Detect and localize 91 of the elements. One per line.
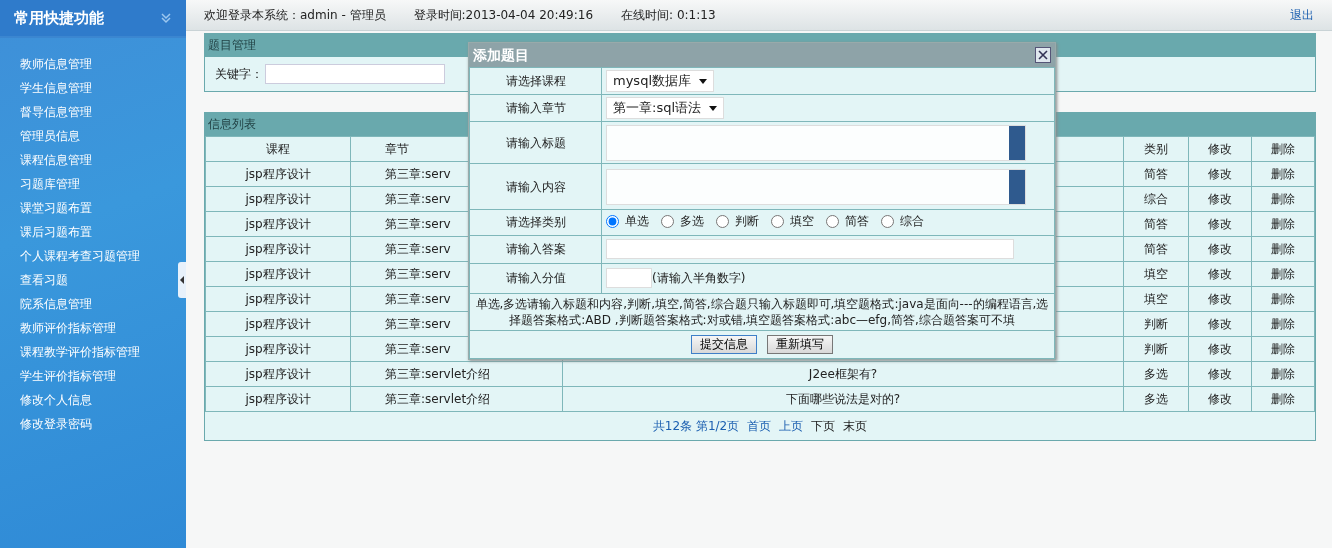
delete-link[interactable]: 删除 [1251, 386, 1315, 412]
answer-field[interactable] [606, 239, 1014, 259]
delete-link[interactable]: 删除 [1251, 261, 1315, 287]
page-link[interactable]: 上页 [779, 418, 804, 433]
dropdown[interactable]: mysql数据库 [606, 70, 714, 92]
table-cell: 多选 [1123, 361, 1189, 387]
delete-link[interactable]: 删除 [1251, 361, 1315, 387]
table-cell: jsp程序设计 [205, 286, 351, 312]
field-hint: (请输入半角数字) [652, 271, 746, 285]
scroll-bar[interactable] [1009, 169, 1025, 204]
radio-button[interactable] [606, 214, 619, 228]
table-cell: 下面哪些说法是对的? [562, 386, 1124, 412]
field-label: 请选择课程 [505, 74, 566, 88]
edit-link[interactable]: 修改 [1188, 161, 1252, 187]
logout-link[interactable]: 退出 [1290, 6, 1314, 24]
table-cell: 简答 [1123, 236, 1189, 262]
reset-button[interactable]: 重新填写 [767, 334, 833, 354]
table-cell: jsp程序设计 [205, 361, 351, 387]
table-cell: jsp程序设计 [205, 386, 351, 412]
radio-button[interactable] [716, 214, 729, 228]
column-header: 类别 [1123, 136, 1189, 162]
collapse-icon[interactable] [160, 12, 172, 24]
table-cell: 填空 [1123, 286, 1189, 312]
login-time: 登录时间:2013-04-04 20:49:16 [413, 7, 594, 24]
edit-link[interactable]: 修改 [1188, 236, 1252, 262]
edit-link[interactable]: 修改 [1188, 361, 1252, 387]
table-cell: jsp程序设计 [205, 236, 351, 262]
delete-link[interactable]: 删除 [1251, 211, 1315, 237]
page-link[interactable]: 首页 [747, 418, 772, 433]
score-field[interactable] [606, 268, 652, 288]
field-label: 请输入章节 [505, 101, 566, 115]
table-cell: jsp程序设计 [205, 311, 351, 337]
table-cell: jsp程序设计 [205, 211, 351, 237]
table-cell: 简答 [1123, 211, 1189, 237]
column-header: 删除 [1251, 136, 1315, 162]
table-cell: jsp程序设计 [205, 161, 351, 187]
scroll-bar[interactable] [1009, 125, 1025, 160]
delete-link[interactable]: 删除 [1251, 311, 1315, 337]
radio-label: 判断 [735, 213, 759, 230]
radio-label: 单选 [625, 213, 649, 230]
radio-label: 填空 [790, 213, 814, 230]
radio-label: 综合 [900, 213, 924, 230]
edit-link[interactable]: 修改 [1188, 186, 1252, 212]
edit-link[interactable]: 修改 [1188, 211, 1252, 237]
delete-link[interactable]: 删除 [1251, 186, 1315, 212]
edit-link[interactable]: 修改 [1188, 386, 1252, 412]
keyword-field[interactable] [265, 64, 445, 84]
table-cell: jsp程序设计 [205, 186, 351, 212]
table-cell: 简答 [1123, 161, 1189, 187]
table-cell: 判断 [1123, 311, 1189, 337]
table-cell: 综合 [1123, 186, 1189, 212]
field-label: 请输入分值 [505, 271, 566, 285]
submit-button[interactable]: 提交信息 [691, 334, 757, 354]
column-header: 修改 [1188, 136, 1252, 162]
radio-label: 多选 [680, 213, 704, 230]
close-button[interactable] [1035, 47, 1051, 63]
radio-button[interactable] [826, 214, 839, 228]
caret-icon[interactable] [699, 78, 707, 84]
delete-link[interactable]: 删除 [1251, 286, 1315, 312]
table-cell: 第三章:servlet介绍 [350, 386, 563, 412]
field-label: 请输入答案 [505, 242, 566, 256]
edit-link[interactable]: 修改 [1188, 311, 1252, 337]
radio-button[interactable] [661, 214, 674, 228]
edit-link[interactable]: 修改 [1188, 261, 1252, 287]
delete-link[interactable]: 删除 [1251, 336, 1315, 362]
dropdown[interactable]: 第一章:sql语法 [606, 97, 725, 119]
text-area[interactable] [606, 168, 1026, 205]
page-summary: 共12条 第1/2页 [652, 418, 740, 433]
keyword-label: 关键字： [215, 66, 263, 83]
table-cell: 填空 [1123, 261, 1189, 287]
table-cell: J2ee框架有? [562, 361, 1124, 387]
table-cell: 判断 [1123, 336, 1189, 362]
edit-link[interactable]: 修改 [1188, 336, 1252, 362]
field-label: 请输入标题 [505, 135, 566, 150]
field-label: 请选择类别 [505, 215, 566, 230]
table-cell: 第三章:servlet介绍 [350, 361, 563, 387]
table-cell: jsp程序设计 [205, 336, 351, 362]
radio-button[interactable] [881, 214, 894, 228]
column-header: 课程 [205, 136, 351, 162]
delete-link[interactable]: 删除 [1251, 161, 1315, 187]
welcome-text: 欢迎登录本系统：admin - 管理员 [204, 7, 386, 24]
radio-label: 简答 [845, 213, 869, 230]
table-cell: 多选 [1123, 386, 1189, 412]
sidebar-title: 常用快捷功能 [14, 7, 104, 29]
online-time: 在线时间: 0:1:13 [621, 7, 716, 24]
table-cell: jsp程序设计 [205, 261, 351, 287]
delete-link[interactable]: 删除 [1251, 236, 1315, 262]
edit-link[interactable]: 修改 [1188, 286, 1252, 312]
text-area[interactable] [606, 124, 1026, 161]
radio-button[interactable] [771, 214, 784, 228]
collapse-handle[interactable] [178, 262, 186, 298]
